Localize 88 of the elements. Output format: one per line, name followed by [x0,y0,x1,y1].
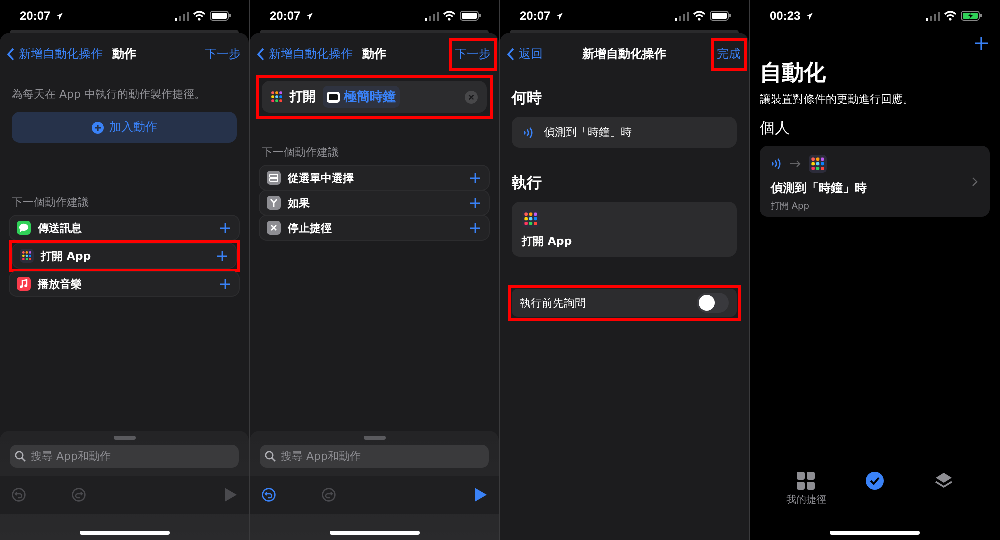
nfc-waves-icon [771,158,782,170]
signal-icon [425,12,439,20]
page-title: 自動化 [760,60,827,88]
wifi-icon [443,11,456,21]
signal-icon [926,12,940,20]
play-icon[interactable] [475,488,487,502]
location-arrow-icon [54,12,64,20]
chevron-left-icon [507,48,515,60]
tab[interactable]: 我的捷徑 [786,472,826,507]
status-time: 00:23 [770,9,801,23]
nfc-waves-icon [523,126,534,138]
card-title: 偵測到「時鐘」時 [771,180,867,197]
chevron-left-icon [257,48,265,60]
action-verb: 打開 [290,89,316,106]
plus-icon[interactable] [470,222,481,234]
suggestion-row[interactable]: 從選單中選擇 [259,165,490,191]
suggestion-row[interactable]: 打開 App [12,243,237,269]
back-button[interactable]: 新增自動化操作 [7,46,104,62]
branch-icon [267,196,281,210]
section-heading: 個人 [760,119,791,138]
clock-app-icon [327,92,340,102]
location-arrow-icon [554,12,564,20]
back-button[interactable]: 新增自動化操作 [257,46,354,62]
status-time: 20:07 [520,9,551,23]
drag-handle[interactable] [114,436,136,440]
page-subtitle: 讓裝置對條件的更動進行回應。 [760,92,915,107]
music-note-icon [17,277,31,291]
wifi-icon [193,11,206,21]
back-button[interactable]: 返回 [507,46,574,62]
action-card[interactable]: 打開 App [512,202,737,257]
menu-list-icon [267,171,281,185]
app-grid-icon [809,155,827,173]
section-header: 下一個動作建議 [262,145,340,160]
search-input[interactable]: 搜尋 App和動作 [31,450,234,463]
chevron-left-icon [7,48,15,60]
drag-handle[interactable] [364,436,386,440]
card-subtitle: 打開 App [771,200,810,213]
grid-icon [797,472,816,490]
undo-icon[interactable] [262,488,276,502]
message-icon [17,221,31,235]
automation-card[interactable]: 偵測到「時鐘」時 打開 App [760,146,990,217]
wifi-icon [944,11,957,21]
plus-icon[interactable] [220,278,231,290]
next-button[interactable]: 下一步 [203,40,243,68]
search-input[interactable]: 搜尋 App和動作 [281,450,484,463]
checkmark-circle-icon [866,472,884,490]
suggestion-row[interactable]: 停止捷徑 [259,215,490,241]
search-icon [265,451,276,462]
plus-circle-icon [92,122,104,134]
action-label: 打開 App [522,234,572,249]
next-button[interactable]: 下一步 [453,40,493,68]
signal-icon [675,12,689,20]
setting-label: 執行前先詢問 [520,296,586,310]
plus-icon[interactable] [220,222,231,234]
status-time: 20:07 [270,9,301,23]
suggestion-row[interactable]: 傳送訊息 [9,215,240,241]
search-field[interactable]: 搜尋 App和動作 [10,445,239,468]
suggestion-row[interactable]: 播放音樂 [9,271,240,297]
arrow-right-icon [790,160,801,168]
location-arrow-icon [304,12,314,20]
plus-icon[interactable] [470,172,481,184]
search-icon [15,451,26,462]
add-action-button[interactable]: 加入動作 [12,112,237,143]
signal-icon [175,12,189,20]
screen-title: 動作 [362,46,388,62]
plus-icon[interactable] [217,250,228,262]
stop-x-icon [267,221,281,235]
status-time: 20:07 [20,9,51,23]
plus-icon[interactable] [470,198,481,208]
app-grid-icon [20,249,34,263]
suggestion-row[interactable]: 如果 [259,190,490,216]
chevron-right-icon [972,177,978,187]
app-grid-icon [522,210,540,228]
location-arrow-icon [804,12,814,20]
screen-title: 動作 [112,46,138,62]
intro-text: 為每天在 App 中執行的動作製作捷徑。 [12,87,206,102]
app-grid-icon [271,91,283,103]
toggle-switch[interactable] [697,293,729,313]
section-heading: 何時 [512,89,543,108]
section-header: 下一個動作建議 [12,195,90,210]
search-field[interactable]: 搜尋 App和動作 [260,445,489,468]
add-icon[interactable] [975,37,988,50]
wifi-icon [693,11,706,21]
screen-title: 新增自動化操作 [582,46,668,62]
section-heading: 執行 [512,174,543,193]
layers-icon [934,472,953,490]
next-button[interactable]: 完成 [715,40,743,68]
trigger-row[interactable]: 偵測到「時鐘」時 [512,117,737,148]
